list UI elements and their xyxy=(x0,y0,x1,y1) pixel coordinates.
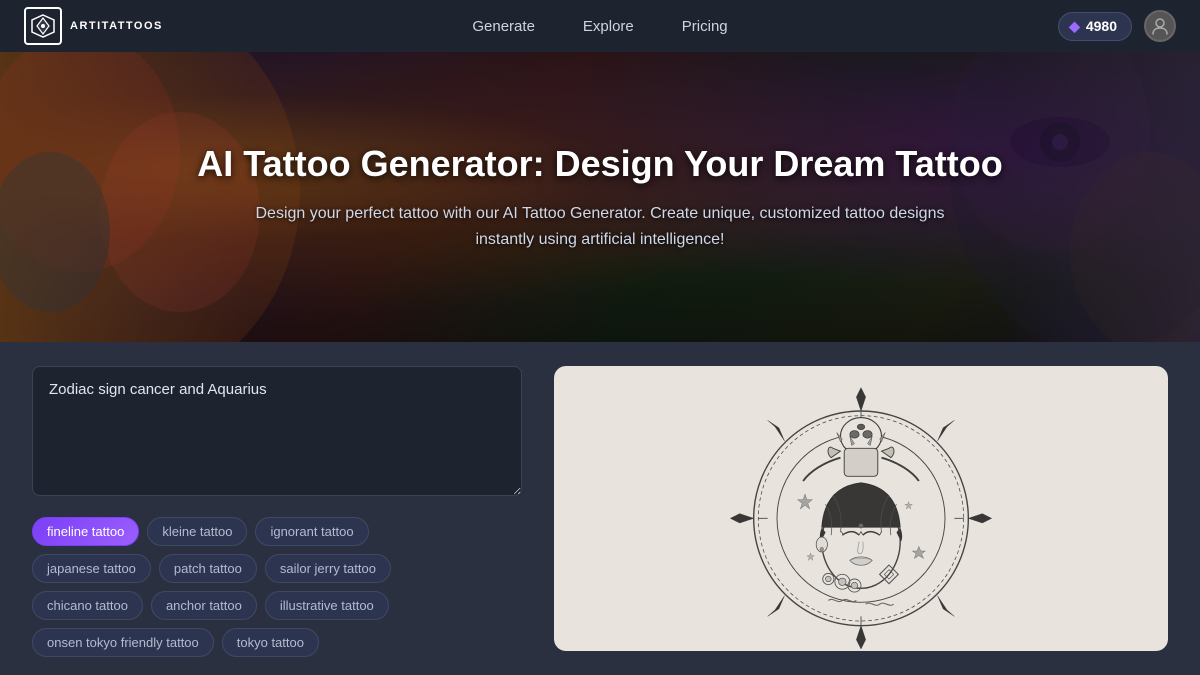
nav-links: Generate Explore Pricing xyxy=(472,12,727,41)
credits-value: 4980 xyxy=(1086,18,1117,34)
main-content: Zodiac sign cancer and Aquarius fineline… xyxy=(0,342,1200,675)
tags-row-1: fineline tattoo kleine tattoo ignorant t… xyxy=(32,517,522,546)
prompt-textarea[interactable]: Zodiac sign cancer and Aquarius xyxy=(32,366,522,496)
nav-right: ◆ 4980 xyxy=(1058,10,1176,42)
tags-section: fineline tattoo kleine tattoo ignorant t… xyxy=(32,517,522,657)
tags-row-3: chicano tattoo anchor tattoo illustrativ… xyxy=(32,591,522,620)
logo-text: ARTITATTOOS xyxy=(70,20,163,32)
credits-badge[interactable]: ◆ 4980 xyxy=(1058,12,1132,41)
tag-kleine[interactable]: kleine tattoo xyxy=(147,517,247,546)
hero-content: AI Tattoo Generator: Design Your Dream T… xyxy=(177,142,1022,252)
logo[interactable]: ARTITATTOOS xyxy=(24,7,163,45)
tag-patch[interactable]: patch tattoo xyxy=(159,554,257,583)
nav-link-generate[interactable]: Generate xyxy=(472,12,535,41)
hero-subtitle: Design your perfect tattoo with our AI T… xyxy=(250,201,950,252)
navbar: ARTITATTOOS Generate Explore Pricing ◆ 4… xyxy=(0,0,1200,52)
tag-sailor-jerry[interactable]: sailor jerry tattoo xyxy=(265,554,391,583)
nav-link-pricing[interactable]: Pricing xyxy=(682,12,728,41)
tag-onsen[interactable]: onsen tokyo friendly tattoo xyxy=(32,628,214,657)
hero-title: AI Tattoo Generator: Design Your Dream T… xyxy=(197,142,1002,185)
hero-banner: AI Tattoo Generator: Design Your Dream T… xyxy=(0,52,1200,342)
tattoo-preview-panel xyxy=(554,366,1168,651)
logo-icon xyxy=(24,7,62,45)
tags-row-4: onsen tokyo friendly tattoo tokyo tattoo xyxy=(32,628,522,657)
tag-fineline[interactable]: fineline tattoo xyxy=(32,517,139,546)
tag-illustrative[interactable]: illustrative tattoo xyxy=(265,591,389,620)
diamond-icon: ◆ xyxy=(1069,18,1080,35)
generator-panel: Zodiac sign cancer and Aquarius fineline… xyxy=(32,366,522,651)
tag-ignorant[interactable]: ignorant tattoo xyxy=(255,517,368,546)
tag-tokyo[interactable]: tokyo tattoo xyxy=(222,628,319,657)
tag-anchor[interactable]: anchor tattoo xyxy=(151,591,257,620)
tags-row-2: japanese tattoo patch tattoo sailor jerr… xyxy=(32,554,522,583)
tattoo-svg xyxy=(721,369,1001,649)
nav-link-explore[interactable]: Explore xyxy=(583,12,634,41)
user-avatar[interactable] xyxy=(1144,10,1176,42)
tag-japanese[interactable]: japanese tattoo xyxy=(32,554,151,583)
tag-chicano[interactable]: chicano tattoo xyxy=(32,591,143,620)
tattoo-preview xyxy=(554,366,1168,651)
